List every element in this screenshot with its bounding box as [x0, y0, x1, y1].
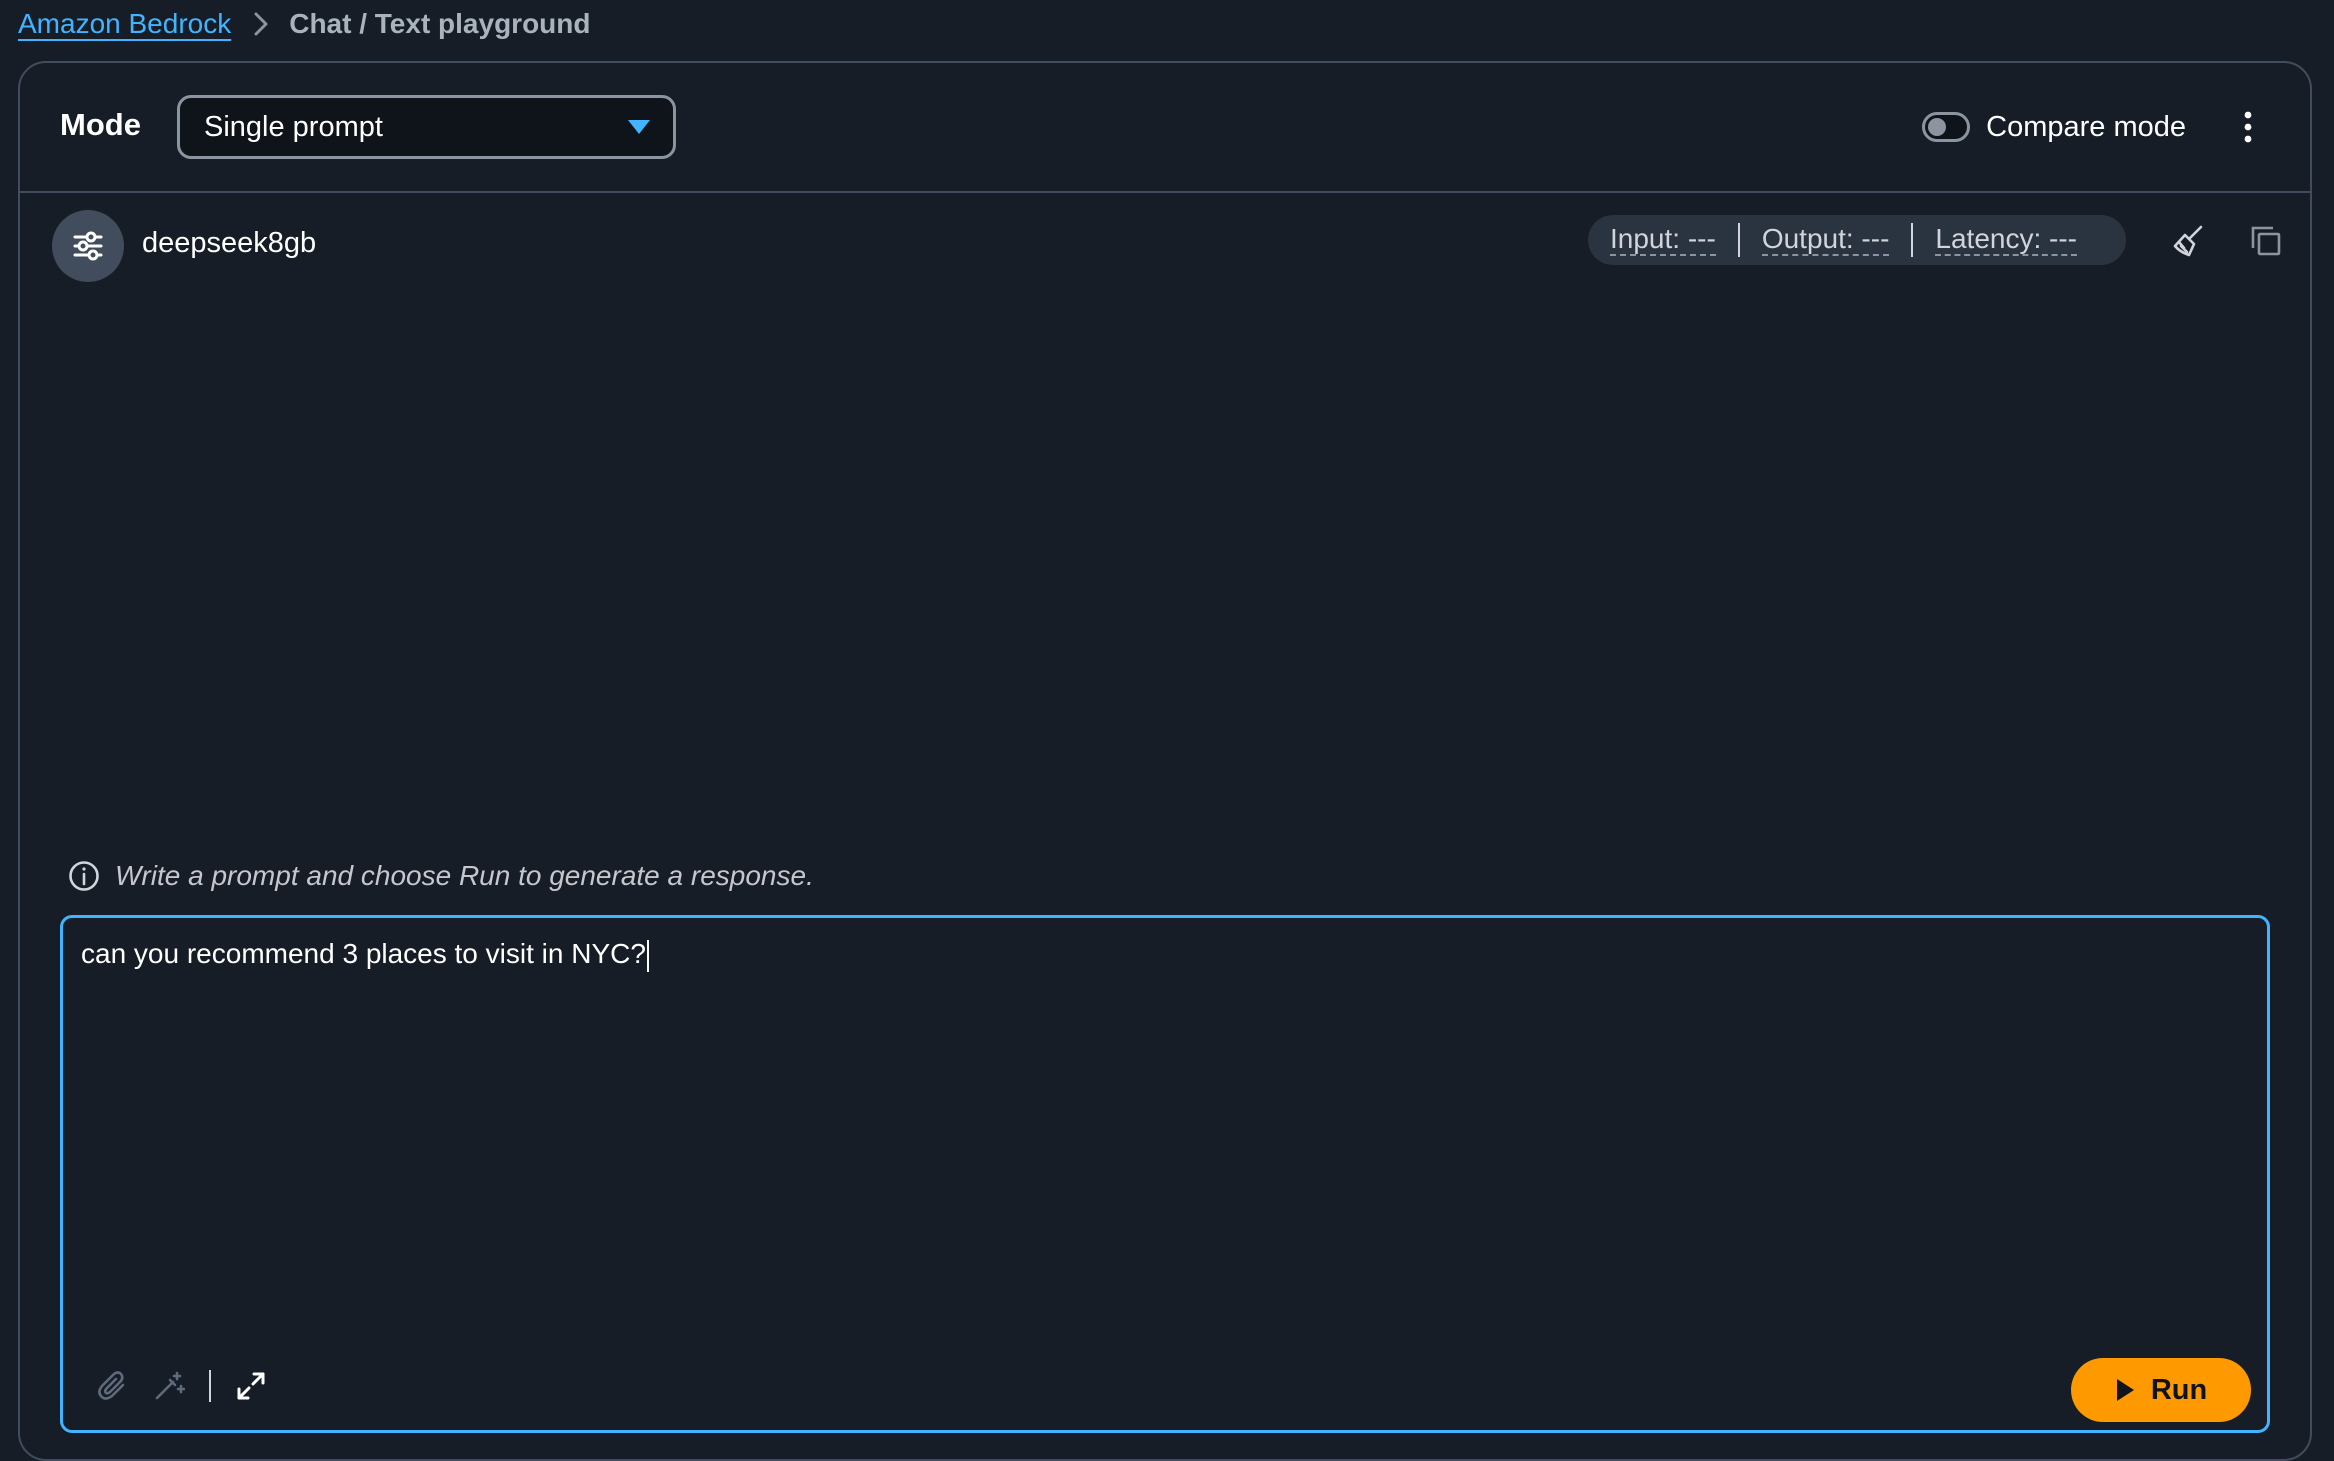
info-circle-icon: [67, 859, 101, 893]
breadcrumb-link-amazon-bedrock[interactable]: Amazon Bedrock: [18, 8, 231, 40]
prompt-text-value: can you recommend 3 places to visit in N…: [81, 938, 646, 969]
model-settings-button[interactable]: [52, 210, 124, 282]
breadcrumb-current: Chat / Text playground: [289, 8, 591, 39]
compare-mode-label: Compare mode: [1986, 110, 2186, 143]
prompt-input-area[interactable]: can you recommend 3 places to visit in N…: [60, 915, 2270, 1433]
expand-icon: [237, 1372, 265, 1400]
paperclip-icon: [98, 1371, 125, 1400]
sliders-icon: [73, 231, 103, 261]
clear-chat-button[interactable]: [2168, 221, 2208, 261]
prompt-hint-text: Write a prompt and choose Run to generat…: [115, 860, 814, 891]
copy-button[interactable]: [2246, 221, 2286, 261]
text-cursor: [646, 939, 649, 972]
prompt-toolbar: [93, 1364, 287, 1408]
expand-prompt-button[interactable]: [231, 1366, 271, 1406]
metrics-bar: Input: --- Output: --- Latency: ---: [1588, 215, 2126, 265]
caret-down-icon: [627, 118, 651, 136]
output-tokens-metric[interactable]: Output: ---: [1761, 224, 1890, 256]
compare-mode-toggle[interactable]: [1922, 112, 1971, 142]
play-icon: [2115, 1378, 2135, 1402]
breadcrumb: Amazon Bedrock Chat / Text playground: [18, 4, 591, 44]
model-name: deepseek8gb: [142, 227, 317, 259]
playground-panel: Mode Single prompt Compare mode deepseek…: [18, 61, 2312, 1461]
run-button[interactable]: Run: [2071, 1358, 2251, 1422]
toggle-knob: [1928, 118, 1947, 136]
magic-wand-icon: [155, 1371, 185, 1400]
prompt-textarea[interactable]: can you recommend 3 places to visit in N…: [81, 938, 649, 972]
metric-divider: [1737, 223, 1740, 257]
copy-icon: [2251, 226, 2281, 256]
prompt-hint: Write a prompt and choose Run to generat…: [67, 859, 814, 893]
mode-label: Mode: [60, 107, 141, 142]
compare-mode-control: Compare mode: [1922, 105, 2186, 149]
more-options-button[interactable]: [2238, 107, 2258, 147]
input-tokens-metric[interactable]: Input: ---: [1610, 224, 1716, 256]
latency-metric[interactable]: Latency: ---: [1935, 224, 2078, 256]
attach-file-button[interactable]: [93, 1366, 133, 1406]
chevron-right-icon: [253, 11, 269, 37]
run-button-label: Run: [2150, 1373, 2208, 1406]
prompt-magic-button[interactable]: [149, 1366, 189, 1406]
toolbar-divider: [209, 1370, 211, 1402]
mode-dropdown[interactable]: Single prompt: [177, 95, 676, 159]
broom-icon: [2173, 225, 2203, 257]
mode-dropdown-value: Single prompt: [204, 110, 383, 143]
mode-header: Mode Single prompt Compare mode: [20, 63, 2310, 193]
model-row: deepseek8gb Input: --- Output: --- Laten…: [20, 193, 2310, 303]
vertical-ellipsis-icon: [2244, 111, 2252, 143]
metric-divider: [1911, 223, 1914, 257]
